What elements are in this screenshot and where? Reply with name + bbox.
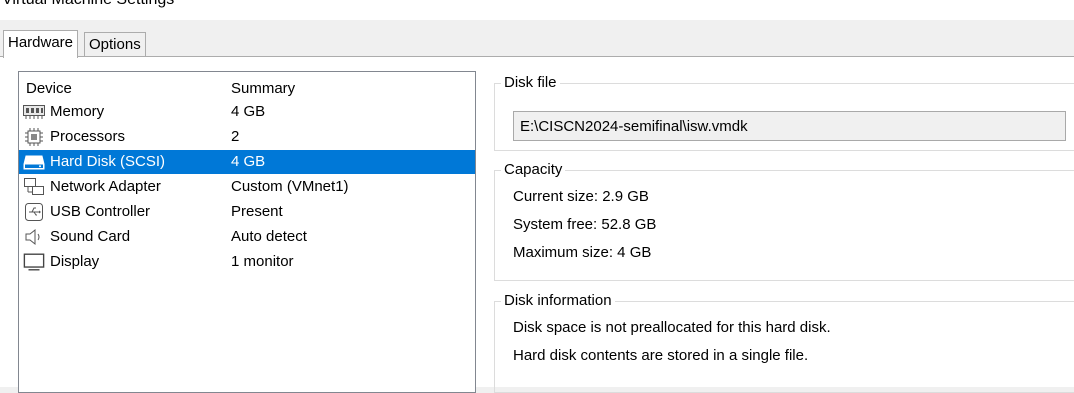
summary-column-header[interactable]: Summary	[231, 79, 295, 99]
usb-icon	[23, 203, 45, 221]
speaker-icon	[23, 228, 45, 246]
device-row-memory[interactable]: Memory 4 GB	[19, 100, 475, 124]
disk-info-line-1: Disk space is not preallocated for this …	[513, 319, 831, 336]
device-name: Hard Disk (SCSI)	[50, 153, 166, 170]
device-row-network-adapter[interactable]: Network Adapter Custom (VMnet1)	[19, 175, 475, 199]
disk-file-group: Disk file E:\CISCN2024-semifinal\isw.vmd…	[494, 74, 1074, 151]
tab-hardware[interactable]: Hardware	[3, 30, 79, 58]
memory-icon	[23, 103, 45, 121]
system-free: System free: 52.8 GB	[513, 216, 657, 233]
tab-options[interactable]: Options	[84, 32, 146, 57]
title-bar: Virtual Machine Settings	[0, 0, 1074, 20]
window-title: Virtual Machine Settings	[2, 0, 174, 9]
device-name: Network Adapter	[50, 178, 161, 195]
device-row-usb-controller[interactable]: USB Controller Present	[19, 200, 475, 224]
device-name: Processors	[50, 128, 126, 145]
device-summary: 4 GB	[231, 153, 266, 170]
device-row-processors[interactable]: Processors 2	[19, 125, 475, 149]
capacity-label: Capacity	[501, 161, 566, 178]
device-name: Display	[50, 253, 100, 270]
disk-file-path-field[interactable]: E:\CISCN2024-semifinal\isw.vmdk	[513, 111, 1066, 141]
device-name: Sound Card	[50, 228, 131, 245]
monitor-icon	[23, 253, 45, 271]
disk-file-label: Disk file	[501, 74, 560, 91]
device-list[interactable]: Device Summary Memory 4 GB Processors 2 …	[18, 71, 476, 393]
disk-information-label: Disk information	[501, 292, 615, 309]
device-column-header[interactable]: Device	[26, 79, 72, 99]
processor-icon	[23, 128, 45, 146]
network-adapter-icon	[23, 178, 45, 196]
device-name: USB Controller	[50, 203, 151, 220]
device-summary: 1 monitor	[231, 253, 294, 270]
device-row-display[interactable]: Display 1 monitor	[19, 250, 475, 274]
disk-information-group: Disk information Disk space is not preal…	[494, 292, 1074, 393]
device-summary: 2	[231, 128, 240, 145]
device-name: Memory	[50, 103, 105, 120]
hardware-tab-panel: Device Summary Memory 4 GB Processors 2 …	[0, 56, 1074, 393]
device-row-sound-card[interactable]: Sound Card Auto detect	[19, 225, 475, 249]
disk-info-line-2: Hard disk contents are stored in a singl…	[513, 347, 809, 364]
hard-disk-icon	[23, 153, 45, 171]
capacity-group: Capacity Current size: 2.9 GB System fre…	[494, 161, 1074, 281]
device-summary: 4 GB	[231, 103, 266, 120]
device-summary: Custom (VMnet1)	[231, 178, 349, 195]
device-list-header: Device Summary	[19, 79, 475, 99]
device-row-hard-disk[interactable]: Hard Disk (SCSI) 4 GB	[19, 150, 475, 174]
current-size: Current size: 2.9 GB	[513, 188, 649, 205]
device-summary: Auto detect	[231, 228, 307, 245]
device-summary: Present	[231, 203, 283, 220]
maximum-size: Maximum size: 4 GB	[513, 244, 652, 261]
